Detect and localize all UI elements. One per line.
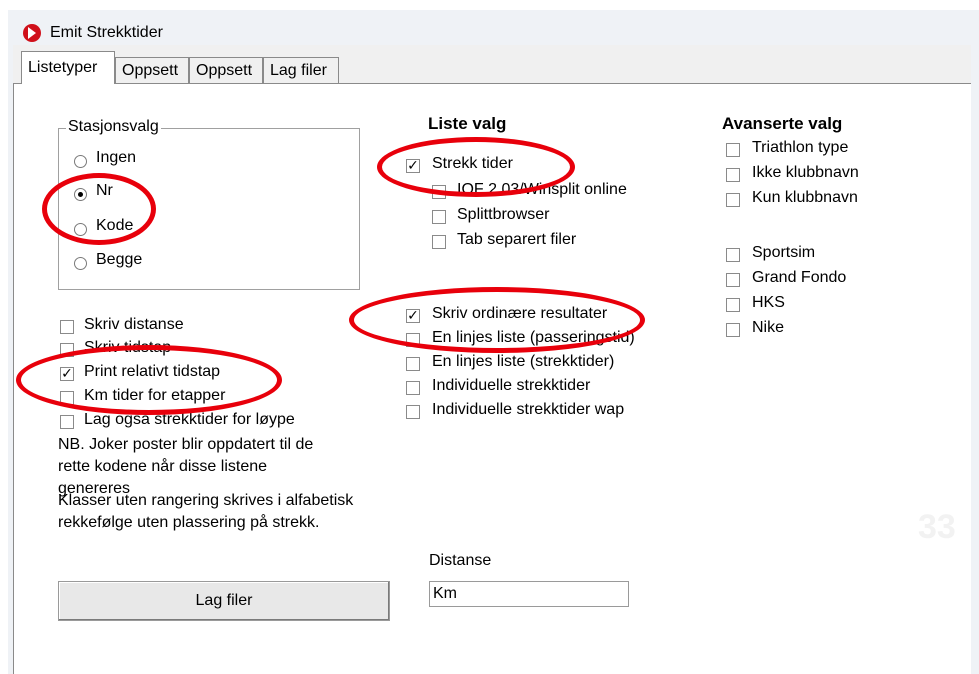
distanse-input[interactable]: Km [429,581,629,607]
checkbox-nike-label: Nike [752,319,785,336]
checkbox-grand-fondo-label: Grand Fondo [752,269,847,286]
radio-ingen[interactable] [74,155,87,168]
checkbox-lag-strekktider-loype[interactable] [60,415,74,429]
title-bar: Emit Strekktider [8,10,979,46]
tab-listetyper[interactable]: Listetyper [21,51,115,84]
checkbox-ikke-klubbnavn-label: Ikke klubbnavn [752,164,859,181]
liste-valg-heading: Liste valg [428,114,507,133]
checkbox-sportsim[interactable] [726,248,740,262]
avanserte-valg-heading: Avanserte valg [722,114,843,133]
checkbox-individuelle-strekktider[interactable] [406,381,420,395]
highlight-ring-print-relativt [16,345,282,415]
checkbox-kun-klubbnavn-label: Kun klubbnavn [752,189,858,206]
checkbox-hks-label: HKS [752,294,785,311]
checkbox-triathlon-type-label: Triathlon type [752,139,849,156]
radio-begge-label: Begge [96,251,143,268]
checkbox-hks[interactable] [726,298,740,312]
lag-filer-button[interactable]: Lag filer [58,581,390,621]
checkbox-individuelle-strekktider-wap[interactable] [406,405,420,419]
checkbox-splittbrowser-label: Splittbrowser [457,206,550,223]
tab-oppsett-2[interactable]: Oppsett [189,57,263,83]
checkbox-individuelle-strekktider-wap-label: Individuelle strekktider wap [432,401,625,418]
checkbox-grand-fondo[interactable] [726,273,740,287]
window-title: Emit Strekktider [50,24,163,41]
page-number: 33 [918,508,956,546]
checkbox-nike[interactable] [726,323,740,337]
checkbox-ikke-klubbnavn[interactable] [726,168,740,182]
tab-lag-filer[interactable]: Lag filer [263,57,339,83]
checkbox-tab-separert[interactable] [432,235,446,249]
klasser-note: Klasser uten rangering skrives i alfabet… [58,492,354,531]
highlight-ring-skriv-ordinaere [349,287,645,353]
checkbox-individuelle-strekktider-label: Individuelle strekktider [432,377,591,394]
checkbox-tab-separert-label: Tab separert filer [457,231,577,248]
checkbox-kun-klubbnavn[interactable] [726,193,740,207]
tab-oppsett-1[interactable]: Oppsett [115,57,189,83]
highlight-ring-nr [42,173,156,245]
app-logo-icon [22,23,42,43]
radio-begge[interactable] [74,257,87,270]
highlight-ring-strekk-tider [377,137,575,197]
stasjonsvalg-label: Stasjonsvalg [66,118,161,136]
checkbox-splittbrowser[interactable] [432,210,446,224]
radio-ingen-label: Ingen [96,149,137,166]
checkbox-en-linjes-strekktider-label: En linjes liste (strekktider) [432,353,615,370]
checkbox-en-linjes-strekktider[interactable] [406,357,420,371]
checkbox-skriv-distanse-label: Skriv distanse [84,316,184,333]
distanse-label: Distanse [429,552,492,569]
checkbox-sportsim-label: Sportsim [752,244,816,261]
checkbox-triathlon-type[interactable] [726,143,740,157]
checkbox-skriv-distanse[interactable] [60,320,74,334]
